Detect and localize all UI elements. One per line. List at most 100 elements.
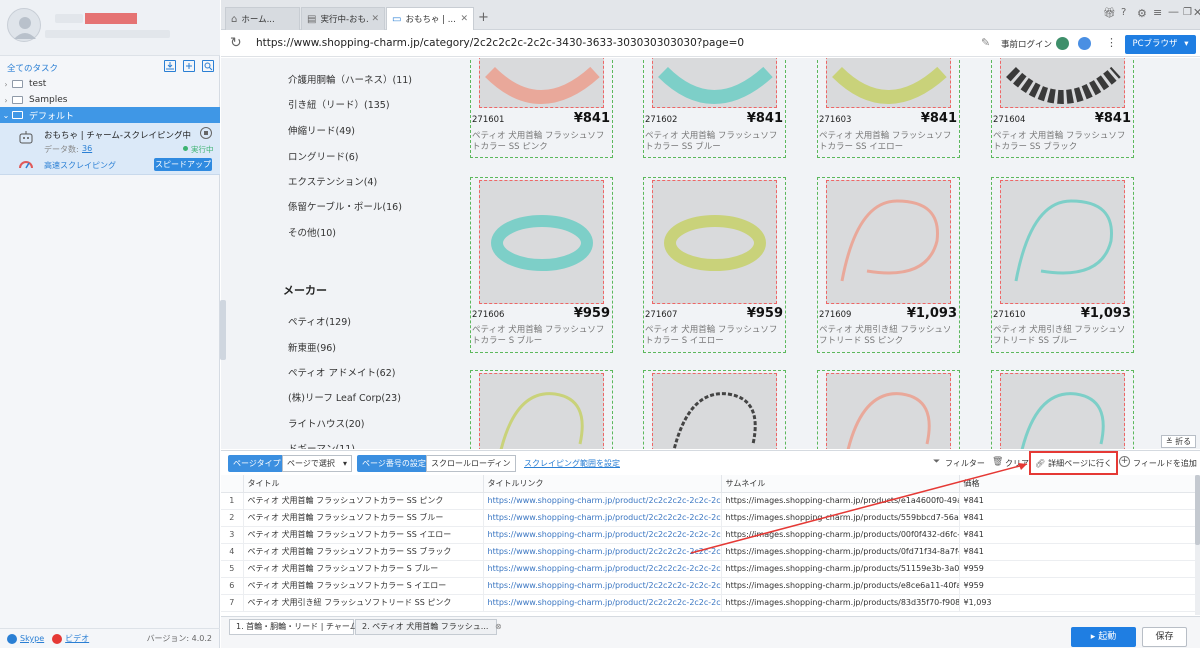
skype-link[interactable]: Skype — [20, 634, 44, 643]
panel-splitter[interactable] — [220, 300, 226, 360]
speed-up-button[interactable]: スピードアップ — [154, 158, 212, 171]
chevron-down-icon[interactable]: ⌄ — [0, 111, 12, 120]
cell-price[interactable]: ¥841 — [959, 492, 1197, 510]
video-link[interactable]: ビデオ — [65, 633, 89, 644]
category-link[interactable]: その他(10) — [288, 225, 336, 239]
scrollbar-thumb[interactable] — [1195, 475, 1200, 545]
restore-icon[interactable]: ❐ — [1183, 7, 1192, 18]
cell-link[interactable]: https://www.shopping-charm.jp/product/2c… — [483, 526, 722, 544]
add-icon[interactable]: + — [1119, 456, 1130, 467]
cell-thumbnail[interactable]: https://images.shopping-charm.jp/product… — [721, 526, 960, 544]
folder-test[interactable]: › test — [0, 76, 220, 92]
product-image[interactable] — [826, 373, 951, 449]
cell-thumbnail[interactable]: https://images.shopping-charm.jp/product… — [721, 492, 960, 510]
pre-login-button[interactable]: 事前ログイン — [1001, 38, 1052, 50]
product-name[interactable]: ペティオ 犬用首輪 フラッシュソフトカラー S イエロー — [645, 325, 785, 347]
product-name[interactable]: ペティオ 犬用首輪 フラッシュソフトカラー SS ブルー — [645, 131, 785, 153]
maker-link[interactable]: ドギーマン(11) — [288, 441, 355, 449]
table-row[interactable]: 4 ペティオ 犬用首輪 フラッシュソフトカラー SS ブラック https://ww… — [221, 543, 1197, 561]
user-agent-icon[interactable] — [1078, 37, 1091, 50]
reload-icon[interactable]: ↻ — [230, 35, 242, 51]
filter-icon[interactable]: ⏷ — [933, 457, 940, 467]
add-field-button[interactable]: フィールドを追加 — [1133, 458, 1197, 469]
step-tab-1[interactable]: 1. 首輪・胴輪・リード | チャーム — [229, 619, 358, 635]
run-button[interactable]: ▸ 起動 — [1071, 627, 1136, 647]
scrape-range-link[interactable]: スクレイピング範囲を設定 — [524, 458, 620, 469]
cell-price[interactable]: ¥841 — [959, 526, 1197, 544]
extension-icon[interactable] — [1056, 37, 1069, 50]
product-image[interactable] — [1000, 58, 1125, 108]
maker-link[interactable]: ライトハウス(20) — [288, 416, 365, 430]
cell-title[interactable]: ペティオ 犬用首輪 フラッシュソフトカラー S ブルー — [243, 560, 484, 578]
maker-link[interactable]: ペティオ アドメイト(62) — [288, 365, 395, 379]
skype-icon[interactable] — [7, 633, 17, 644]
fold-button[interactable]: ≚ 折る — [1161, 435, 1196, 448]
column-header[interactable]: タイトル — [243, 475, 484, 493]
cell-link[interactable]: https://www.shopping-charm.jp/product/2c… — [483, 560, 722, 578]
table-row[interactable]: 1 ペティオ 犬用首輪 フラッシュソフトカラー SS ピンク https://www… — [221, 492, 1197, 510]
close-icon[interactable]: ⊗ — [495, 622, 502, 631]
product-image[interactable] — [826, 180, 951, 304]
cell-title[interactable]: ペティオ 犬用首輪 フラッシュソフトカラー S イエロー — [243, 577, 484, 595]
product-image[interactable] — [1000, 373, 1125, 449]
cell-link[interactable]: https://www.shopping-charm.jp/product/2c… — [483, 509, 722, 527]
cell-title[interactable]: ペティオ 犬用引き紐 フラッシュソフトリード SS ピンク — [243, 594, 484, 612]
product-card[interactable]: 271603 ¥841 ペティオ 犬用首輪 フラッシュソフトカラー SS イエロ… — [817, 58, 960, 158]
video-icon[interactable] — [52, 633, 63, 644]
product-card[interactable]: 271607 ¥959 ペティオ 犬用首輪 フラッシュソフトカラー S イエロー — [643, 177, 786, 353]
all-tasks-label[interactable]: 全てのタスク — [7, 62, 58, 74]
table-row[interactable]: 3 ペティオ 犬用首輪 フラッシュソフトカラー SS イエロー https://ww… — [221, 526, 1197, 544]
product-card[interactable] — [470, 370, 613, 449]
save-button[interactable]: 保存 — [1142, 627, 1187, 647]
close-icon[interactable]: ✕ — [460, 14, 468, 24]
help-icon[interactable]: ? — [1121, 7, 1126, 18]
product-image[interactable] — [652, 373, 777, 449]
product-card[interactable] — [643, 370, 786, 449]
chevron-right-icon[interactable]: › — [0, 96, 12, 105]
cell-link[interactable]: https://www.shopping-charm.jp/product/2c… — [483, 492, 722, 510]
product-card[interactable]: 271604 ¥841 ペティオ 犬用首輪 フラッシュソフトカラー SS ブラッ… — [991, 58, 1134, 158]
product-name[interactable]: ペティオ 犬用首輪 フラッシュソフトカラー SS イエロー — [819, 131, 959, 153]
chevron-right-icon[interactable]: › — [0, 80, 12, 89]
table-row[interactable]: 2 ペティオ 犬用首輪 フラッシュソフトカラー SS ブルー https://www… — [221, 509, 1197, 527]
trash-icon[interactable]: 🗑︎ — [992, 457, 1003, 467]
tab-browser[interactable]: ▭ おもちゃ | ... ✕ — [386, 7, 474, 30]
tab-running[interactable]: ▤ 実行中-おも... ✕ — [301, 7, 385, 30]
category-link[interactable]: ロングリード(6) — [288, 149, 358, 163]
cell-link[interactable]: https://www.shopping-charm.jp/product/2c… — [483, 543, 722, 561]
product-card[interactable] — [817, 370, 960, 449]
cell-link[interactable]: https://www.shopping-charm.jp/product/2c… — [483, 594, 722, 612]
close-icon[interactable]: ✕ — [371, 14, 379, 24]
product-name[interactable]: ペティオ 犬用首輪 フラッシュソフトカラー S ブルー — [472, 325, 612, 347]
table-row[interactable]: 5 ペティオ 犬用首輪 フラッシュソフトカラー S ブルー https://www.… — [221, 560, 1197, 578]
product-image[interactable] — [1000, 180, 1125, 304]
maker-link[interactable]: 新東亜(96) — [288, 340, 336, 354]
product-card[interactable] — [991, 370, 1134, 449]
new-tab-icon[interactable]: + — [478, 10, 489, 25]
gift-icon[interactable]: 🎁︎ — [1103, 8, 1116, 19]
product-name[interactable]: ペティオ 犬用首輪 フラッシュソフトカラー SS ピンク — [472, 131, 612, 153]
product-image[interactable] — [479, 180, 604, 304]
cell-title[interactable]: ペティオ 犬用首輪 フラッシュソフトカラー SS ブルー — [243, 509, 484, 527]
filter-button[interactable]: フィルター — [945, 458, 985, 469]
url-field[interactable]: https://www.shopping-charm.jp/category/2… — [256, 37, 744, 49]
cell-title[interactable]: ペティオ 犬用首輪 フラッシュソフトカラー SS ブラック — [243, 543, 484, 561]
product-image[interactable] — [479, 58, 604, 108]
pc-browser-dropdown[interactable]: PCブラウザ ▾ — [1125, 35, 1196, 54]
task-name[interactable]: おもちゃ | チャーム-スクレイピング中 — [44, 129, 191, 141]
cell-thumbnail[interactable]: https://images.shopping-charm.jp/product… — [721, 543, 960, 561]
cell-thumbnail[interactable]: https://images.shopping-charm.jp/product… — [721, 594, 960, 612]
product-image[interactable] — [652, 180, 777, 304]
product-card[interactable]: 271609 ¥1,093 ペティオ 犬用引き紐 フラッシュソフトリード SS … — [817, 177, 960, 353]
cell-thumbnail[interactable]: https://images.shopping-charm.jp/product… — [721, 509, 960, 527]
page-type-select[interactable]: ページで選択 ▾ — [282, 455, 352, 472]
product-name[interactable]: ペティオ 犬用引き紐 フラッシュソフトリード SS ブルー — [993, 325, 1133, 347]
folder-default[interactable]: ⌄ デフォルト — [0, 107, 220, 123]
new-folder-icon[interactable] — [183, 60, 195, 72]
import-icon[interactable] — [164, 60, 176, 72]
table-row[interactable]: 7 ペティオ 犬用引き紐 フラッシュソフトリード SS ピンク https://ww… — [221, 594, 1197, 612]
minimize-icon[interactable]: — — [1168, 5, 1179, 18]
cell-thumbnail[interactable]: https://images.shopping-charm.jp/product… — [721, 577, 960, 595]
column-header[interactable]: 価格 — [959, 475, 1197, 493]
product-card[interactable]: 271606 ¥959 ペティオ 犬用首輪 フラッシュソフトカラー S ブルー — [470, 177, 613, 353]
